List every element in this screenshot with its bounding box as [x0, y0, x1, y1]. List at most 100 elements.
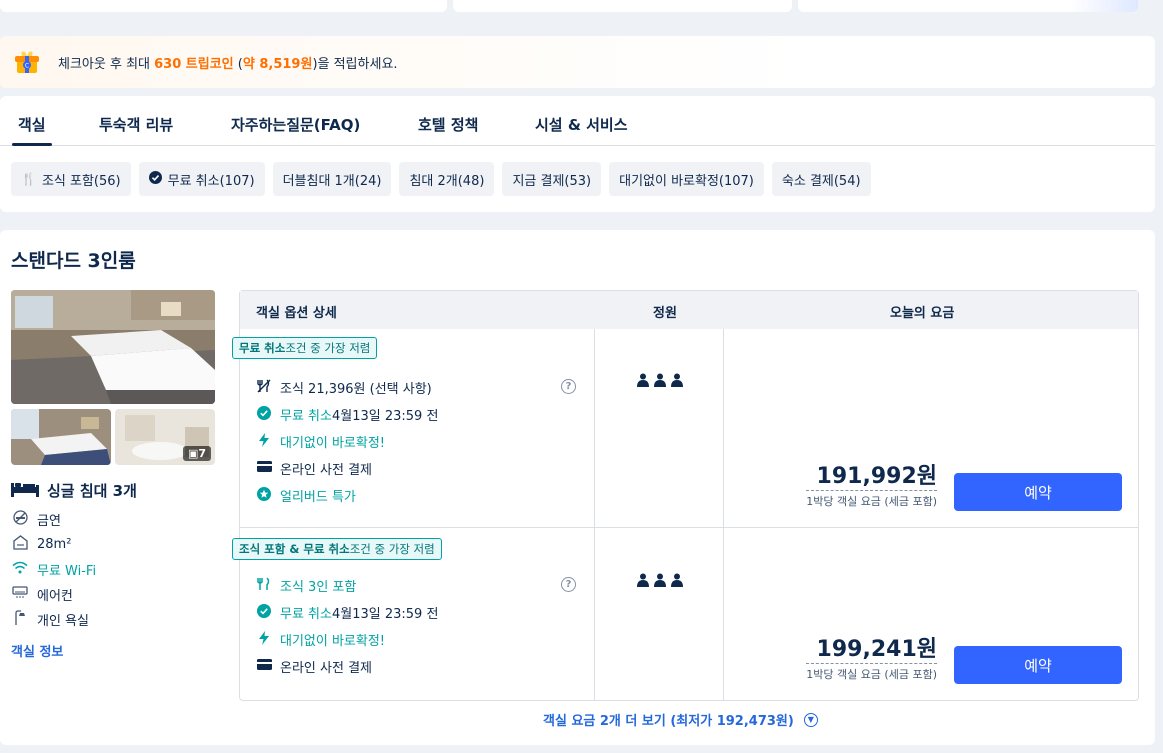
- book-button[interactable]: 예약: [954, 646, 1122, 684]
- top-card: [453, 0, 792, 12]
- amenity-label: 무료 Wi-Fi: [37, 564, 97, 579]
- chip-label: 대기없이 바로확정(107): [619, 173, 754, 189]
- chip-label: 조식 포함(56): [41, 173, 121, 189]
- book-button[interactable]: 예약: [954, 473, 1122, 511]
- option-breakfast: 조식 21,396원 (선택 사항): [256, 378, 432, 397]
- option-label: 온라인 사전 결제: [280, 661, 372, 676]
- option-label: 무료 취소: [280, 607, 332, 622]
- show-more-label: 객실 요금 2개 더 보기 (최저가 192,473원): [543, 714, 794, 729]
- filter-chip-two-beds[interactable]: 침대 2개(48): [399, 162, 495, 196]
- option-prepay: 온라인 사전 결제: [256, 459, 372, 478]
- section-tabs: 객실 투숙객 리뷰 자주하는질문(FAQ) 호텔 정책 시설 & 서비스: [0, 96, 1155, 146]
- room-info-link[interactable]: 객실 정보: [11, 641, 63, 660]
- help-icon[interactable]: ?: [561, 379, 576, 394]
- capacity-3-guests-icon: [637, 373, 683, 391]
- svg-text:C: C: [25, 63, 29, 70]
- option-label: 대기없이 바로확정!: [280, 436, 386, 451]
- help-icon[interactable]: ?: [561, 577, 576, 592]
- no-smoking-icon: [11, 510, 29, 529]
- option-deadline: 4월13일 23:59 전: [331, 409, 439, 424]
- no-breakfast-icon: [256, 379, 272, 397]
- credit-card-icon: [256, 659, 272, 674]
- room-filter-panel: 객실 투숙객 리뷰 자주하는질문(FAQ) 호텔 정책 시설 & 서비스 🍴 조…: [0, 96, 1155, 212]
- option-free-cancel: 무료 취소 4월13일 23:59 전: [256, 603, 438, 622]
- chip-label: 숙소 결제(54): [781, 173, 861, 189]
- lightning-icon: [256, 630, 272, 649]
- filter-chip-double-bed[interactable]: 더블침대 1개(24): [272, 162, 392, 196]
- wifi-icon: [11, 561, 29, 578]
- filter-chip-pay-at-property[interactable]: 숙소 결제(54): [771, 162, 871, 196]
- option-label: 온라인 사전 결제: [280, 463, 372, 478]
- room-size-icon: [11, 535, 29, 554]
- option-label: 대기없이 바로확정!: [280, 634, 386, 649]
- option-deadline: 4월13일 23:59 전: [331, 607, 439, 622]
- option-prepay: 온라인 사전 결제: [256, 657, 372, 676]
- chip-label: 지금 결제(53): [512, 173, 592, 189]
- amenity-wifi: 무료 Wi-Fi: [11, 560, 96, 579]
- show-more-rates-link[interactable]: 객실 요금 2개 더 보기 (최저가 192,473원) ▼: [543, 710, 818, 729]
- check-circle-icon: [256, 603, 272, 622]
- rate-row: 조식 포함 & 무료 취소 조건 중 가장 저렴 조식 3인 포함 ? 무료 취…: [232, 528, 1138, 700]
- shower-icon: [11, 610, 29, 629]
- amenity-label: 개인 욕실: [37, 614, 89, 629]
- top-cards: [0, 0, 1155, 27]
- utensils-icon: [256, 576, 272, 595]
- gift-coin-icon: C: [12, 47, 42, 77]
- bed-type: 싱글 침대 3개: [11, 480, 137, 501]
- tab-reviews[interactable]: 투숙객 리뷰: [99, 114, 173, 135]
- amenity-label: 금연: [37, 514, 61, 529]
- amenity-non-smoking: 금연: [11, 510, 61, 529]
- chevron-down-icon: ▼: [803, 712, 818, 727]
- chip-label: 침대 2개(48): [409, 173, 485, 189]
- coin-krw-value: 약 8,519원: [242, 56, 313, 72]
- option-instant-confirm: 대기없이 바로확정!: [256, 630, 385, 649]
- check-circle-icon: [256, 405, 272, 424]
- trip-coin-promo: C 체크아웃 후 최대 630 트립코인 (약 8,519원)을 적립하세요.: [0, 36, 1155, 88]
- bed-icon: [11, 481, 39, 501]
- filter-chip-pay-now[interactable]: 지금 결제(53): [502, 162, 602, 196]
- option-label: 조식 21,396원 (선택 사항): [280, 382, 432, 397]
- option-label: 얼리버드 특가: [280, 490, 356, 505]
- top-card: [798, 0, 1138, 12]
- capacity-3-guests-icon: [637, 573, 683, 591]
- top-card: [0, 0, 447, 12]
- amenity-aircon: 에어컨: [11, 585, 73, 604]
- nightly-price: 191,992원: [806, 464, 937, 491]
- col-header-price: 오늘의 요금: [890, 306, 955, 321]
- tab-rooms[interactable]: 객실: [12, 114, 52, 146]
- col-header-options: 객실 옵션 상세: [256, 306, 337, 321]
- filter-chip-instant-confirm[interactable]: 대기없이 바로확정(107): [609, 162, 764, 196]
- rate-row: 무료 취소 조건 중 가장 저렴 조식 21,396원 (선택 사항) ? 무료…: [232, 329, 1138, 528]
- col-header-capacity: 정원: [653, 306, 677, 321]
- option-label: 조식 3인 포함: [280, 580, 357, 595]
- price-block: 191,992원 1박당 객실 요금 (세금 포함): [806, 464, 937, 509]
- lowest-price-badge: 조식 포함 & 무료 취소 조건 중 가장 저렴: [232, 538, 442, 560]
- tab-facilities[interactable]: 시설 & 서비스: [535, 114, 628, 135]
- check-circle-icon: [148, 171, 162, 187]
- tab-faq[interactable]: 자주하는질문(FAQ): [231, 114, 360, 135]
- option-breakfast: 조식 3인 포함: [256, 576, 356, 595]
- amenity-label: 28m²: [37, 537, 72, 552]
- utensils-icon: 🍴: [21, 172, 36, 186]
- rate-table-header: 객실 옵션 상세 정원 오늘의 요금: [240, 291, 1138, 329]
- price-note: 1박당 객실 요금 (세금 포함): [806, 495, 937, 508]
- option-early-bird: 얼리버드 특가: [256, 486, 356, 505]
- star-badge-icon: [256, 486, 272, 505]
- amenity-private-bath: 개인 욕실: [11, 610, 89, 629]
- lowest-price-badge: 무료 취소 조건 중 가장 저렴: [232, 337, 378, 359]
- option-instant-confirm: 대기없이 바로확정!: [256, 432, 385, 451]
- tab-policies[interactable]: 호텔 정책: [418, 114, 478, 135]
- filter-chips: 🍴 조식 포함(56) 무료 취소(107) 더블침대 1개(24) 침대 2개…: [11, 162, 871, 196]
- bed-label: 싱글 침대 3개: [47, 482, 137, 500]
- rate-table: 객실 옵션 상세 정원 오늘의 요금 무료 취소 조건 중 가장 저렴 조식 2…: [232, 290, 1139, 701]
- filter-chip-free-cancel[interactable]: 무료 취소(107): [138, 162, 265, 196]
- amenity-label: 에어컨: [37, 589, 73, 604]
- chip-label: 무료 취소(107): [167, 173, 255, 189]
- nightly-price: 199,241원: [806, 637, 937, 664]
- room-photo-thumb[interactable]: ▣7: [115, 409, 215, 465]
- air-conditioner-icon: [11, 586, 29, 603]
- amenity-size: 28m²: [11, 535, 71, 554]
- room-photo-thumb[interactable]: [11, 409, 111, 465]
- room-photo-main[interactable]: [11, 290, 215, 404]
- filter-chip-breakfast[interactable]: 🍴 조식 포함(56): [11, 162, 131, 196]
